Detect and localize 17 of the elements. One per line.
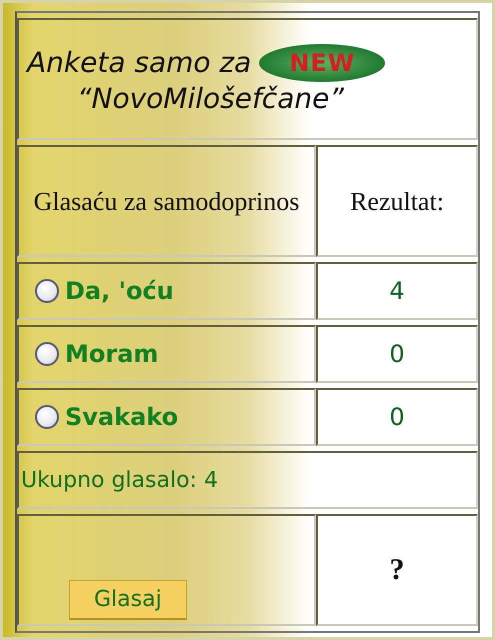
vote-count: 0 [389, 340, 405, 368]
new-badge: NEW [259, 44, 386, 82]
result-mark: ? [390, 553, 404, 586]
option-label[interactable]: Svakako [65, 403, 178, 431]
total-votes: Ukupno glasalo: 4 [20, 468, 218, 492]
poll-title: “NovoMilošefčane” [77, 82, 344, 114]
results-header: Rezultat: [350, 186, 444, 218]
option-label[interactable]: Da, 'oću [65, 277, 174, 305]
vote-button[interactable]: Glasaj [69, 580, 187, 620]
option-label[interactable]: Moram [65, 340, 158, 368]
vote-count: 4 [389, 277, 405, 305]
radio-button[interactable] [35, 342, 59, 366]
poll-title: Anketa samo za [27, 46, 252, 79]
radio-button[interactable] [35, 279, 59, 303]
vote-count: 0 [389, 403, 405, 431]
radio-button[interactable] [35, 405, 59, 429]
poll-question: Glasaću za samodoprinos [34, 186, 300, 218]
